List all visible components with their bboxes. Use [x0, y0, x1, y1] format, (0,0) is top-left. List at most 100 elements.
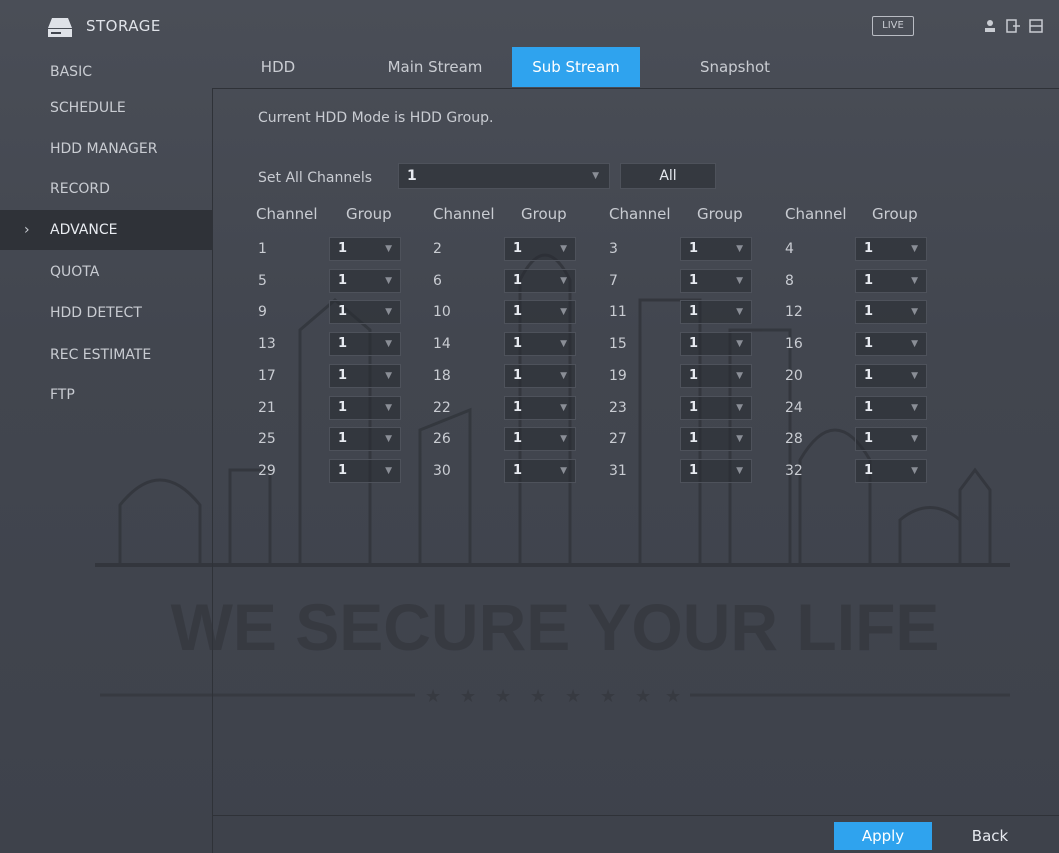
chevron-down-icon: ▼	[592, 171, 599, 181]
sidebar-item-record[interactable]: RECORD	[0, 169, 212, 209]
chevron-down-icon: ▼	[911, 307, 918, 318]
group-select[interactable]: 1 ▼	[680, 300, 752, 325]
group-select[interactable]: 1 ▼	[329, 300, 401, 325]
all-button[interactable]: All	[620, 163, 716, 189]
group-select[interactable]: 1 ▼	[329, 427, 401, 452]
fullscreen-icon[interactable]	[1028, 18, 1044, 34]
group-select[interactable]: 1 ▼	[855, 458, 927, 483]
live-button[interactable]: LIVE	[872, 16, 914, 36]
svg-text:★: ★	[495, 686, 511, 707]
group-select[interactable]: 1 ▼	[680, 363, 752, 388]
column-header-group: Group	[697, 205, 743, 223]
group-value: 1	[338, 431, 348, 447]
tab-snapshot[interactable]: Snapshot	[680, 47, 790, 87]
tab-main-stream[interactable]: Main Stream	[370, 47, 500, 87]
column-header-group: Group	[521, 205, 567, 223]
chevron-down-icon: ▼	[385, 275, 392, 286]
apply-button[interactable]: Apply	[834, 822, 932, 850]
group-select[interactable]: 1 ▼	[680, 332, 752, 357]
group-value: 1	[513, 399, 523, 415]
group-value: 1	[864, 367, 874, 383]
group-select[interactable]: 1 ▼	[504, 395, 576, 420]
column-header-channel: Channel	[609, 205, 671, 223]
sidebar-item-label: HDD DETECT	[50, 305, 142, 321]
group-select[interactable]: 1 ▼	[504, 332, 576, 357]
group-select[interactable]: 1 ▼	[855, 363, 927, 388]
channel-number: 30	[433, 462, 451, 479]
group-value: 1	[689, 336, 699, 352]
sidebar-item-label: ADVANCE	[50, 222, 118, 238]
channel-number: 23	[609, 399, 627, 416]
group-select[interactable]: 1 ▼	[680, 458, 752, 483]
group-select[interactable]: 1 ▼	[504, 268, 576, 293]
svg-text:★: ★	[460, 686, 476, 707]
chevron-down-icon: ▼	[385, 465, 392, 476]
chevron-down-icon: ▼	[736, 465, 743, 476]
group-value: 1	[864, 431, 874, 447]
group-select[interactable]: 1 ▼	[329, 332, 401, 357]
chevron-down-icon: ▼	[736, 434, 743, 445]
channel-number: 25	[258, 431, 276, 448]
back-button[interactable]: Back	[950, 822, 1030, 850]
group-select[interactable]: 1 ▼	[855, 332, 927, 357]
group-select[interactable]: 1 ▼	[855, 427, 927, 452]
sidebar-item-rec-estimate[interactable]: REC ESTIMATE	[0, 335, 212, 375]
sidebar-item-schedule[interactable]: SCHEDULE	[0, 88, 212, 128]
sidebar-item-label: SCHEDULE	[50, 100, 126, 116]
group-select[interactable]: 1 ▼	[504, 363, 576, 388]
group-value: 1	[864, 336, 874, 352]
group-select[interactable]: 1 ▼	[680, 395, 752, 420]
group-select[interactable]: 1 ▼	[855, 395, 927, 420]
group-select[interactable]: 1 ▼	[855, 268, 927, 293]
sidebar-item-quota[interactable]: QUOTA	[0, 252, 212, 292]
group-select[interactable]: 1 ▼	[329, 268, 401, 293]
group-value: 1	[338, 304, 348, 320]
tab-sub-stream[interactable]: Sub Stream	[512, 47, 640, 87]
group-select[interactable]: 1 ▼	[680, 237, 752, 261]
group-select[interactable]: 1 ▼	[680, 427, 752, 452]
group-value: 1	[513, 462, 523, 478]
group-value: 1	[338, 272, 348, 288]
group-value: 1	[689, 304, 699, 320]
group-value: 1	[864, 399, 874, 415]
tab-hdd[interactable]: HDD	[230, 47, 326, 87]
user-icon[interactable]	[982, 18, 998, 34]
group-select[interactable]: 1 ▼	[855, 300, 927, 325]
group-select[interactable]: 1 ▼	[329, 237, 401, 261]
sidebar-item-hdd-detect[interactable]: HDD DETECT	[0, 293, 212, 333]
chevron-down-icon: ▼	[736, 339, 743, 350]
sidebar-item-advance[interactable]: › ADVANCE	[0, 210, 212, 250]
group-select[interactable]: 1 ▼	[504, 300, 576, 325]
svg-text:★: ★	[665, 686, 681, 707]
group-select[interactable]: 1 ▼	[329, 395, 401, 420]
group-select[interactable]: 1 ▼	[855, 237, 927, 261]
set-all-channels-select[interactable]: 1 ▼	[398, 163, 610, 189]
group-value: 1	[513, 304, 523, 320]
logout-icon[interactable]	[1005, 18, 1021, 34]
chevron-down-icon: ▼	[736, 370, 743, 381]
sidebar-item-ftp[interactable]: FTP	[0, 375, 212, 415]
group-select[interactable]: 1 ▼	[329, 458, 401, 483]
chevron-down-icon: ▼	[911, 339, 918, 350]
chevron-down-icon: ▼	[911, 370, 918, 381]
group-value: 1	[864, 241, 874, 256]
chevron-down-icon: ▼	[560, 339, 567, 350]
group-value: 1	[689, 367, 699, 383]
sidebar-item-hdd-manager[interactable]: HDD MANAGER	[0, 129, 212, 169]
storage-icon	[48, 18, 72, 37]
channel-number: 24	[785, 399, 803, 416]
channel-number: 8	[785, 272, 794, 289]
hdd-mode-text: Current HDD Mode is HDD Group.	[258, 110, 494, 126]
group-select[interactable]: 1 ▼	[329, 363, 401, 388]
chevron-down-icon: ▼	[560, 244, 567, 254]
group-select[interactable]: 1 ▼	[504, 427, 576, 452]
set-all-channels-label: Set All Channels	[258, 170, 373, 186]
chevron-down-icon: ▼	[911, 434, 918, 445]
group-select[interactable]: 1 ▼	[680, 268, 752, 293]
channel-number: 31	[609, 462, 627, 479]
group-value: 1	[338, 336, 348, 352]
sidebar-item-basic[interactable]: BASIC	[0, 52, 212, 92]
group-select[interactable]: 1 ▼	[504, 237, 576, 261]
chevron-down-icon: ▼	[385, 370, 392, 381]
group-select[interactable]: 1 ▼	[504, 458, 576, 483]
